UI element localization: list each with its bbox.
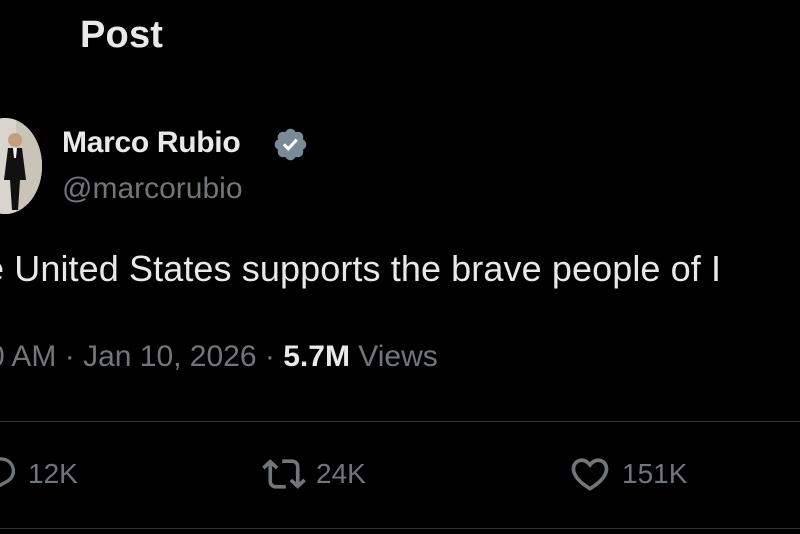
retweet-icon [262, 452, 306, 496]
post-meta: 0 AM · Jan 10, 2026 · 5.7M Views [0, 340, 438, 374]
reply-icon [0, 454, 18, 494]
views-label: Views [358, 340, 438, 373]
verified-badge-icon [272, 126, 309, 163]
post-page: Post Marco Rubio @marcorubio e United St… [0, 0, 800, 534]
author-handle[interactable]: @marcorubio [62, 172, 243, 206]
meta-separator: · [264, 340, 275, 373]
views-count: 5.7M [283, 340, 350, 373]
like-button[interactable]: 151K [568, 452, 687, 496]
reply-button[interactable]: 12K [0, 452, 78, 496]
heart-icon [568, 452, 612, 496]
reply-count: 12K [28, 458, 78, 489]
avatar-photo-icon [0, 118, 42, 214]
meta-separator: · [64, 340, 75, 373]
divider [0, 528, 800, 529]
post-text: e United States supports the brave peopl… [0, 248, 722, 289]
avatar[interactable] [0, 118, 42, 214]
page-title: Post [80, 14, 164, 56]
like-count: 151K [622, 458, 688, 489]
retweet-button[interactable]: 24K [262, 452, 366, 496]
author-name[interactable]: Marco Rubio [62, 126, 241, 160]
divider [0, 421, 800, 422]
retweet-count: 24K [316, 458, 366, 489]
post-date[interactable]: Jan 10, 2026 [83, 340, 256, 373]
post-time[interactable]: 0 AM [0, 340, 56, 373]
